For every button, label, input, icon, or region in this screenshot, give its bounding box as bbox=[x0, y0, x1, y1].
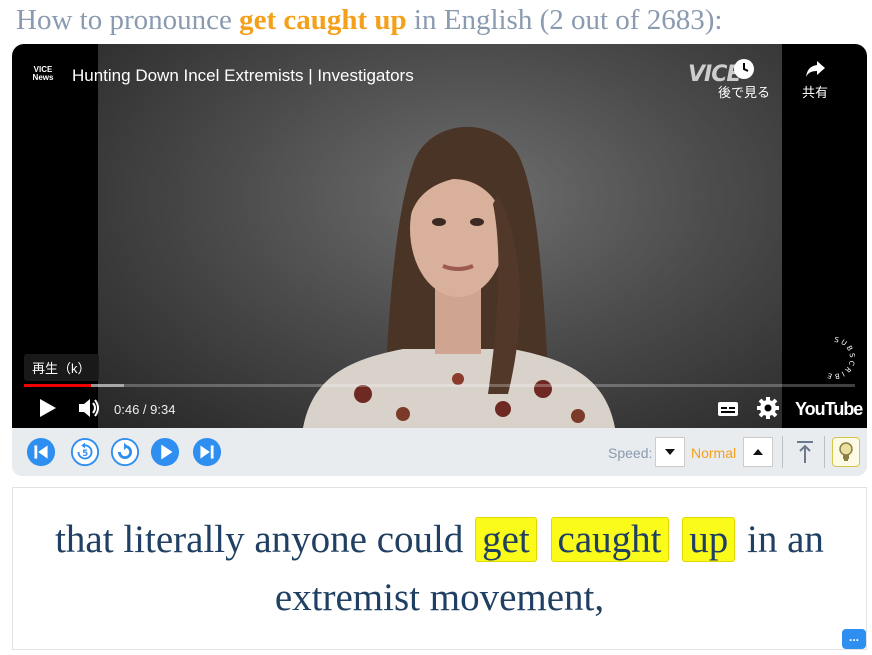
repeat-icon[interactable] bbox=[110, 437, 140, 467]
speed-value: Normal bbox=[691, 445, 737, 461]
play-tooltip: 再生（k） bbox=[24, 354, 99, 381]
vice-news-logo[interactable]: VICE News bbox=[30, 66, 56, 86]
progress-bar[interactable] bbox=[24, 384, 855, 387]
share-label: 共有 bbox=[802, 85, 829, 100]
next-icon[interactable] bbox=[192, 437, 222, 467]
scroll-top-icon[interactable] bbox=[792, 437, 818, 467]
hint-button[interactable] bbox=[832, 437, 860, 467]
watch-later-button[interactable]: 後で見る bbox=[718, 58, 770, 101]
play-icon[interactable] bbox=[150, 437, 180, 467]
subscribe-label: SUBSCRIBE bbox=[825, 336, 855, 380]
chat-icon[interactable]: ... bbox=[842, 629, 866, 649]
volume-icon[interactable] bbox=[76, 396, 102, 420]
caption-before: that literally anyone could bbox=[55, 518, 474, 561]
speed-label: Speed: bbox=[608, 445, 653, 461]
previous-icon[interactable] bbox=[26, 437, 56, 467]
caption-text: that literally anyone could get caught u… bbox=[13, 511, 866, 627]
captions-icon[interactable] bbox=[716, 398, 740, 420]
time-display: 0:46 / 9:34 bbox=[114, 402, 176, 417]
video-title-row: VICE News Hunting Down Incel Extremists … bbox=[30, 66, 414, 86]
video-title[interactable]: Hunting Down Incel Extremists | Investig… bbox=[72, 66, 414, 86]
subscribe-watermark[interactable]: SUBSCRIBE bbox=[812, 336, 856, 380]
clock-icon bbox=[734, 59, 754, 79]
svg-text:SUBSCRIBE: SUBSCRIBE bbox=[825, 336, 856, 380]
speed-increase-button[interactable] bbox=[743, 437, 773, 467]
heading-suffix: in English (2 out of 2683): bbox=[406, 4, 723, 36]
share-icon bbox=[806, 61, 825, 77]
video-person-image bbox=[303, 126, 615, 428]
svg-text:5: 5 bbox=[82, 448, 88, 458]
player-toolbar: 5 Speed: Normal bbox=[12, 428, 867, 476]
play-icon[interactable] bbox=[36, 396, 58, 420]
settings-gear-icon[interactable] bbox=[756, 396, 780, 420]
heading-keyword: get caught up bbox=[239, 4, 407, 36]
highlight-word[interactable]: get bbox=[475, 517, 537, 562]
caret-down-icon bbox=[665, 449, 675, 455]
highlight-word[interactable]: caught bbox=[550, 517, 669, 562]
video-frame bbox=[98, 44, 782, 428]
duration: 9:34 bbox=[150, 402, 176, 417]
toolbar-divider bbox=[824, 436, 825, 468]
progress-played bbox=[24, 384, 92, 387]
caret-up-icon bbox=[753, 449, 763, 455]
heading-prefix: How to pronounce bbox=[16, 4, 240, 36]
player-controls: 0:46 / 9:34 YouTube bbox=[12, 390, 867, 428]
video-player[interactable]: VICE News Hunting Down Incel Extremists … bbox=[12, 44, 867, 428]
current-time: 0:46 bbox=[114, 402, 140, 417]
highlight-word[interactable]: up bbox=[682, 517, 736, 562]
speed-decrease-button[interactable] bbox=[655, 437, 685, 467]
caption-panel: that literally anyone could get caught u… bbox=[12, 487, 867, 650]
lightbulb-icon bbox=[839, 442, 853, 461]
watch-later-label: 後で見る bbox=[718, 85, 771, 100]
share-button[interactable]: 共有 bbox=[802, 58, 828, 101]
replay-5-icon[interactable]: 5 bbox=[70, 437, 100, 467]
youtube-logo[interactable]: YouTube bbox=[795, 399, 863, 420]
page-heading: How to pronounce get caught up in Englis… bbox=[16, 4, 722, 37]
toolbar-divider bbox=[782, 436, 783, 468]
